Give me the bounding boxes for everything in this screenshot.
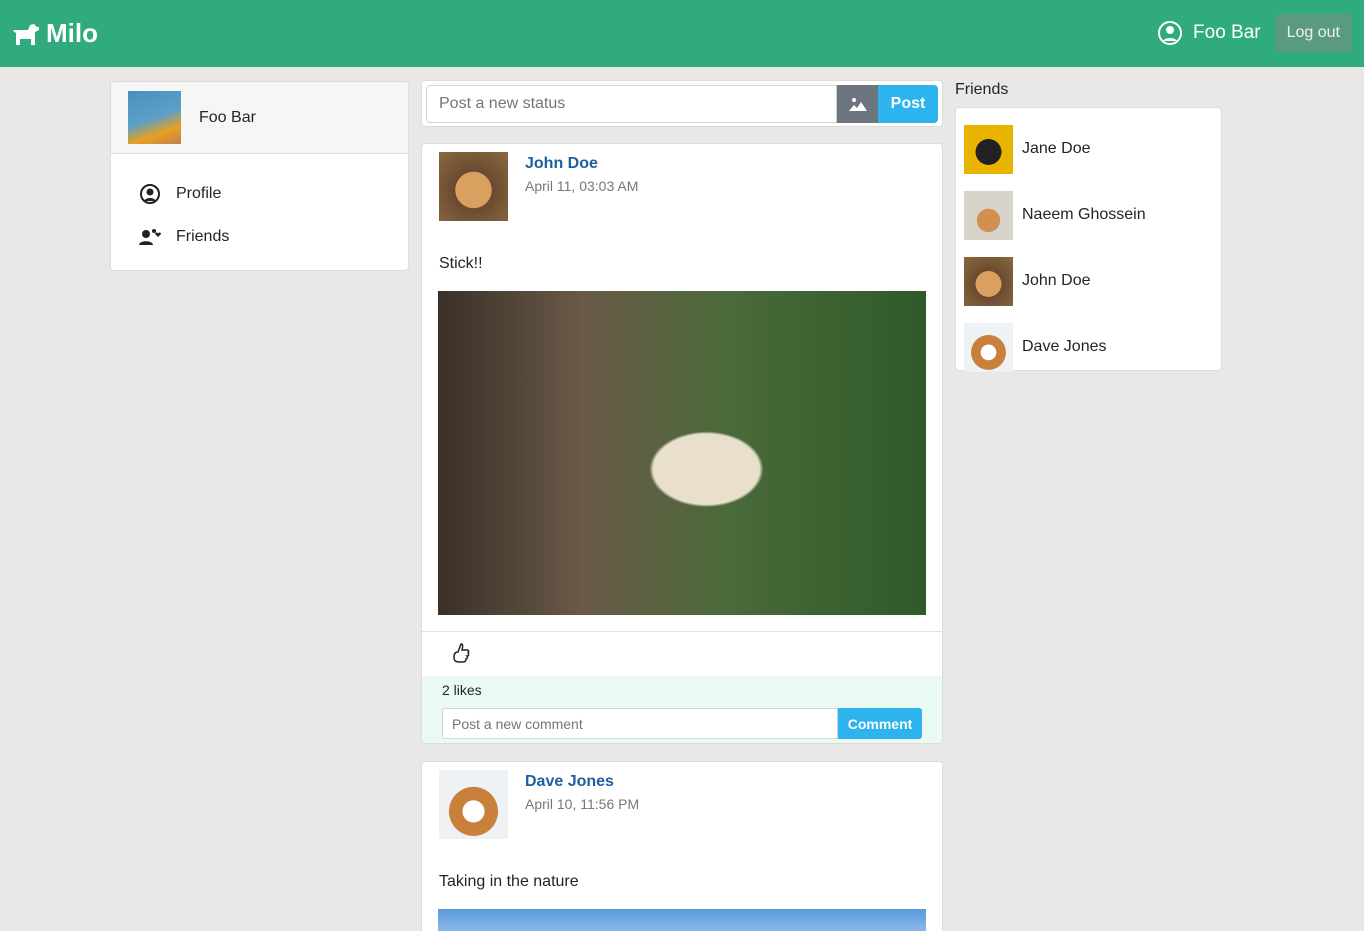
brand-link[interactable]: Milo — [12, 18, 98, 49]
friend-name: John Doe — [1022, 272, 1091, 289]
post-text: Taking in the nature — [439, 873, 579, 890]
logout-button[interactable]: Log out — [1274, 14, 1352, 52]
author-avatar[interactable] — [439, 152, 508, 221]
dog-icon — [13, 23, 39, 45]
user-circle-icon — [1158, 21, 1183, 45]
friend-avatar — [964, 256, 1013, 306]
friend-item[interactable]: Jane Doe — [956, 116, 1221, 182]
sidebar-user-name[interactable]: Foo Bar — [199, 109, 256, 127]
friend-name: Dave Jones — [1022, 338, 1107, 355]
post-author[interactable]: Dave Jones — [525, 773, 639, 791]
post-card: Dave Jones April 10, 11:56 PM Taking in … — [421, 761, 943, 931]
friend-item[interactable]: Dave Jones — [956, 314, 1221, 380]
navbar-user-name[interactable]: Foo Bar — [1193, 22, 1261, 44]
post-date: April 11, 03:03 AM — [525, 178, 639, 194]
friends-title: Friends — [955, 81, 1009, 98]
brand-name: Milo — [46, 18, 98, 48]
post-image[interactable] — [438, 909, 926, 931]
sidebar-item-label: Friends — [176, 227, 230, 245]
user-avatar — [128, 91, 181, 144]
user-circle-icon — [140, 183, 160, 204]
status-input[interactable] — [426, 85, 837, 123]
likes-count: 2 likes — [442, 682, 482, 698]
friend-avatar — [964, 190, 1013, 240]
friend-avatar — [964, 124, 1013, 174]
user-friends-icon — [139, 228, 161, 245]
sidebar-item-label: Profile — [176, 184, 222, 202]
post-image[interactable] — [438, 291, 926, 615]
post-button[interactable]: Post — [878, 85, 938, 123]
image-icon — [848, 98, 867, 111]
friend-item[interactable]: Naeem Ghossein — [956, 182, 1221, 248]
thumbs-up-icon[interactable] — [452, 642, 472, 664]
top-navbar: Milo Foo Bar Log out — [0, 0, 1364, 67]
comment-button[interactable]: Comment — [838, 708, 922, 739]
friend-item[interactable]: John Doe — [956, 248, 1221, 314]
sidebar-item-profile[interactable]: Profile — [139, 172, 408, 215]
post-card: John Doe April 11, 03:03 AM Stick!! 2 li… — [421, 143, 943, 744]
sidebar-item-friends[interactable]: Friends — [139, 215, 408, 258]
friend-avatar — [964, 322, 1013, 372]
status-composer: Post — [421, 80, 943, 127]
add-image-button[interactable] — [837, 85, 878, 123]
author-avatar[interactable] — [439, 770, 508, 839]
friend-name: Jane Doe — [1022, 140, 1091, 157]
sidebar-card: Foo Bar Profile Friends — [110, 81, 409, 271]
comment-input[interactable] — [442, 708, 838, 739]
post-text: Stick!! — [439, 255, 483, 272]
friend-name: Naeem Ghossein — [1022, 206, 1146, 223]
friends-list: Jane Doe Naeem Ghossein John Doe Dave Jo… — [955, 107, 1222, 372]
post-date: April 10, 11:56 PM — [525, 796, 640, 812]
post-author[interactable]: John Doe — [525, 155, 638, 173]
